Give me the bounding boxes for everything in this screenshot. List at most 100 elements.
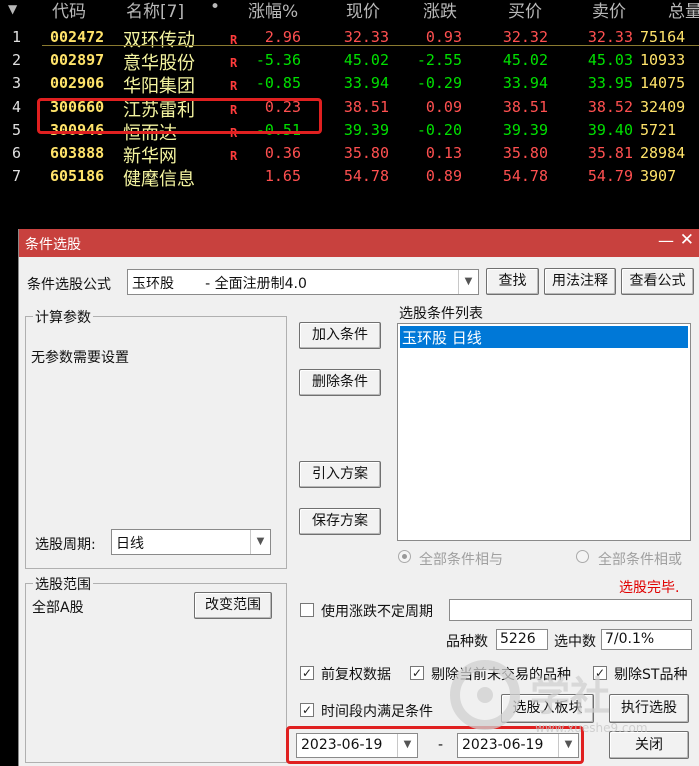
table-row[interactable]: 6 603888 新华网 R 0.36 35.80 0.13 35.80 35.81 28984 <box>0 142 699 167</box>
change: 0.93 <box>425 28 462 46</box>
ask-price: 33.95 <box>587 74 633 93</box>
stock-code: 002906 <box>50 74 105 93</box>
row-index: 7 <box>12 167 22 186</box>
price: 54.78 <box>343 167 389 186</box>
dialog-titlebar: 条件选股 — ✕ <box>19 229 699 257</box>
usage-notes-button[interactable]: 用法注释 <box>544 268 616 295</box>
formula-label: 条件选股公式 <box>27 277 111 293</box>
dialog-title: 条件选股 <box>25 237 81 253</box>
exclude-st-label: 剔除ST品种 <box>614 667 688 683</box>
save-scheme-button[interactable]: 保存方案 <box>299 508 381 535</box>
radio-all-and[interactable] <box>398 550 411 563</box>
change: -0.20 <box>416 120 462 139</box>
quote-header: ▼ 代码 名称[7] • 涨幅% 现价 涨跌 买价 卖价 总量 <box>0 0 699 22</box>
minimize-icon[interactable]: — <box>658 231 674 250</box>
period-value: 日线 <box>116 536 144 552</box>
volume: 75164 <box>640 28 686 46</box>
stock-code: 603888 <box>50 144 105 162</box>
volume: 32409 <box>640 97 686 116</box>
highlight-box <box>286 726 584 764</box>
selected-label: 选中数 <box>554 634 596 650</box>
formula-select[interactable]: 玉环股 - 全面注册制4.0 ▼ <box>127 269 479 295</box>
highlight-box <box>37 98 322 134</box>
execute-button[interactable]: 执行选股 <box>609 694 689 723</box>
volume: 3907 <box>640 167 677 186</box>
bid-price: 33.94 <box>502 74 548 93</box>
change-range-button[interactable]: 改变范围 <box>194 592 272 619</box>
status-text: 选股完毕. <box>619 580 680 596</box>
import-scheme-button[interactable]: 引入方案 <box>299 461 381 488</box>
params-group-title: 计算参数 <box>33 307 93 327</box>
sort-arrow-icon[interactable]: ▼ <box>8 2 17 16</box>
stock-name: 华阳集团 <box>123 76 195 98</box>
volume: 5721 <box>640 120 677 139</box>
price: 38.51 <box>343 97 389 116</box>
header-change[interactable]: 涨跌 <box>423 0 457 22</box>
time-range-label: 时间段内满足条件 <box>321 704 433 720</box>
chevron-down-icon[interactable]: ▼ <box>458 270 478 294</box>
formula-value: 玉环股 - 全面注册制4.0 <box>132 276 307 292</box>
price: 33.94 <box>343 74 389 93</box>
change: 0.13 <box>425 144 462 162</box>
find-button[interactable]: 查找 <box>486 268 539 295</box>
price: 39.39 <box>343 120 389 139</box>
to-block-button[interactable]: 选股入板块 <box>501 694 594 723</box>
close-icon[interactable]: ✕ <box>680 230 694 250</box>
table-row[interactable]: 7 605186 健麾信息 1.65 54.78 0.89 54.78 54.79 3907 <box>0 165 699 190</box>
params-text: 无参数需要设置 <box>31 350 129 366</box>
header-volume[interactable]: 总量 <box>668 0 699 22</box>
list-item[interactable]: 玉环股 日线 <box>400 326 688 348</box>
change: 0.89 <box>425 167 462 186</box>
table-row[interactable]: 2 002897 意华股份 R -5.36 45.02 -2.55 45.02 45.03 109… <box>0 49 699 74</box>
stock-name: 意华股份 <box>123 53 195 75</box>
stock-code: 002472 <box>50 28 105 46</box>
ask-price: 38.52 <box>587 97 633 116</box>
condition-select-dialog: 条件选股 — ✕ 条件选股公式 玉环股 - 全面注册制4.0 ▼ 查找 用法注释… <box>18 229 699 766</box>
ask-price: 45.03 <box>587 51 633 70</box>
stock-name: 健麾信息 <box>123 169 195 191</box>
checkbox-adjust[interactable]: ✓ <box>300 666 314 680</box>
table-row[interactable]: 3 002906 华阳集团 R -0.85 33.94 -0.29 33.94 33.95 140… <box>0 72 699 97</box>
view-formula-button[interactable]: 查看公式 <box>621 268 694 295</box>
rzrq-flag: R <box>230 56 238 71</box>
stock-code: 002897 <box>50 51 105 70</box>
price: 35.80 <box>343 144 389 162</box>
row-index: 5 <box>12 120 22 139</box>
change: 0.09 <box>425 97 462 116</box>
checkbox-uncertain-period[interactable] <box>300 603 314 617</box>
list-title: 选股条件列表 <box>399 306 483 322</box>
radio-all-or[interactable] <box>576 550 589 563</box>
row-index: 6 <box>12 144 22 162</box>
volume: 14075 <box>640 74 686 93</box>
header-price[interactable]: 现价 <box>346 0 380 22</box>
range-group-title: 选股范围 <box>33 574 93 594</box>
header-ask[interactable]: 卖价 <box>592 0 626 22</box>
ask-price: 32.33 <box>587 28 633 46</box>
uncertain-period-input[interactable] <box>449 599 692 621</box>
period-label: 选股周期: <box>35 537 96 553</box>
condition-list[interactable]: 玉环股 日线 <box>397 323 691 541</box>
delete-condition-button[interactable]: 删除条件 <box>299 369 381 396</box>
add-condition-button[interactable]: 加入条件 <box>299 322 381 349</box>
ask-price: 54.79 <box>587 167 633 186</box>
close-button[interactable]: 关闭 <box>609 731 689 759</box>
header-change-pct[interactable]: 涨幅% <box>248 0 298 22</box>
chevron-down-icon[interactable]: ▼ <box>250 530 270 554</box>
checkbox-exclude-st[interactable]: ✓ <box>593 666 607 680</box>
checkbox-time-range[interactable]: ✓ <box>300 703 314 717</box>
row-index: 2 <box>12 51 22 70</box>
header-code[interactable]: 代码 <box>52 0 86 22</box>
stock-name: 新华网 <box>123 146 177 167</box>
selected-value: 7/0.1% <box>601 629 692 650</box>
stock-name: 双环传动 <box>123 30 195 51</box>
header-bid[interactable]: 买价 <box>508 0 542 22</box>
checkbox-exclude-untraded[interactable]: ✓ <box>410 666 424 680</box>
row-index: 4 <box>12 97 22 116</box>
period-select[interactable]: 日线 ▼ <box>111 529 271 555</box>
range-value: 全部A股 <box>32 600 84 616</box>
change-pct: -0.85 <box>255 74 301 93</box>
change-pct: 1.65 <box>264 167 301 186</box>
ask-price: 39.40 <box>587 120 633 139</box>
radio-all-and-label: 全部条件相与 <box>419 552 503 568</box>
header-name[interactable]: 名称[7] <box>126 0 184 22</box>
